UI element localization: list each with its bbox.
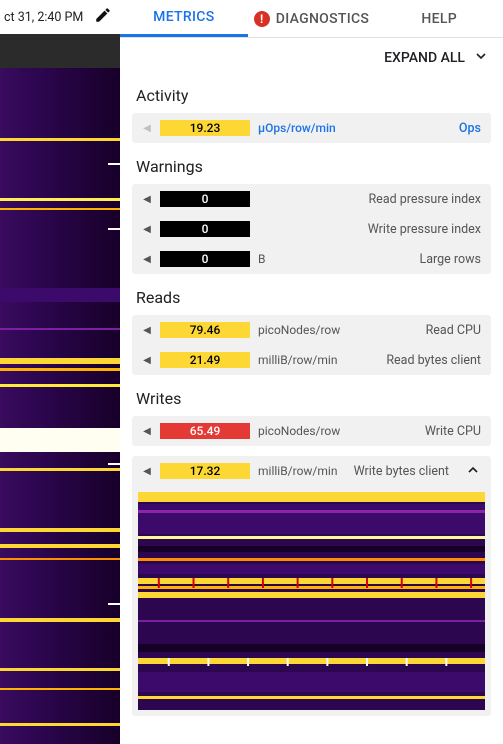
metric-label: Write CPU [425,424,481,439]
timestamp-label: ct 31, 2:40 PM [4,10,83,25]
chevron-up-icon[interactable] [457,462,481,481]
metric-row[interactable]: ◀ 0 Read pressure index [132,184,491,214]
metric-row[interactable]: ◀ 17.32 milliB/row/min Write bytes clien… [132,456,491,486]
metric-label: Read CPU [426,323,481,338]
metric-row[interactable]: ◀ 19.23 µOps/row/min Ops [132,113,491,143]
metric-bar: 19.23 [160,120,250,136]
expand-triangle-icon[interactable]: ◀ [142,123,152,134]
metric-unit: B [258,252,265,266]
metric-unit: milliB/row/min [258,464,337,478]
tab-bar: METRICS ! DIAGNOSTICS HELP [120,0,503,38]
metric-label: Write bytes client [354,464,449,479]
expand-triangle-icon[interactable]: ◀ [142,355,152,366]
metric-row[interactable]: ◀ 0 B Large rows [132,244,491,274]
left-header: ct 31, 2:40 PM [0,0,120,34]
right-panel: METRICS ! DIAGNOSTICS HELP EXPAND ALL Ac… [120,0,503,744]
metric-label: Read pressure index [368,192,481,207]
tab-diagnostics[interactable]: ! DIAGNOSTICS [248,0,376,37]
expand-triangle-icon[interactable]: ◀ [142,194,152,205]
metric-bar: 17.32 [160,463,250,479]
warnings-block: ◀ 0 Read pressure index ◀ 0 Write pressu… [132,184,491,274]
left-heatmap-panel: ct 31, 2:40 PM s for visible area [0,0,120,744]
metric-row[interactable]: ◀ 0 Write pressure index [132,214,491,244]
metric-bar: 0 [160,221,250,237]
section-reads-title: Reads [120,274,503,315]
tab-help[interactable]: HELP [375,0,503,37]
expand-triangle-icon[interactable]: ◀ [142,325,152,336]
writes-expanded-block: ◀ 17.32 milliB/row/min Write bytes clien… [132,456,491,716]
expand-triangle-icon[interactable]: ◀ [142,254,152,265]
metric-label: Write pressure index [368,222,481,237]
expanded-heatmap [132,486,491,716]
reads-block: ◀ 79.46 picoNodes/row Read CPU ◀ 21.49 m… [132,315,491,375]
edit-icon[interactable] [94,6,112,28]
metric-bar: 65.49 [160,423,250,439]
writes-block: ◀ 65.49 picoNodes/row Write CPU [132,416,491,446]
metric-label: Large rows [420,252,482,267]
expand-all-button[interactable]: EXPAND ALL [120,38,503,72]
metric-row[interactable]: ◀ 79.46 picoNodes/row Read CPU [132,315,491,345]
expand-triangle-icon[interactable]: ◀ [142,224,152,235]
metric-label: Read bytes client [386,353,481,368]
metric-bar: 0 [160,191,250,207]
left-heatmap [0,68,120,744]
expand-triangle-icon[interactable]: ◀ [142,426,152,437]
tab-metrics[interactable]: METRICS [120,0,248,37]
metric-bar: 0 [160,251,250,267]
chevron-down-icon [473,48,489,68]
section-warnings-title: Warnings [120,143,503,184]
metric-unit: picoNodes/row [258,424,340,438]
metric-row[interactable]: ◀ 65.49 picoNodes/row Write CPU [132,416,491,446]
activity-block: ◀ 19.23 µOps/row/min Ops [132,113,491,143]
metric-bar: 79.46 [160,322,250,338]
metric-unit: picoNodes/row [258,323,340,337]
metric-label: Ops [459,121,481,136]
metric-bar: 21.49 [160,352,250,368]
metric-unit: milliB/row/min [258,353,337,367]
alert-icon: ! [254,11,270,27]
metric-row[interactable]: ◀ 21.49 milliB/row/min Read bytes client [132,345,491,375]
section-activity-title: Activity [120,72,503,113]
metric-unit: µOps/row/min [258,121,336,135]
section-writes-title: Writes [120,375,503,416]
expand-triangle-icon[interactable]: ◀ [142,466,152,477]
